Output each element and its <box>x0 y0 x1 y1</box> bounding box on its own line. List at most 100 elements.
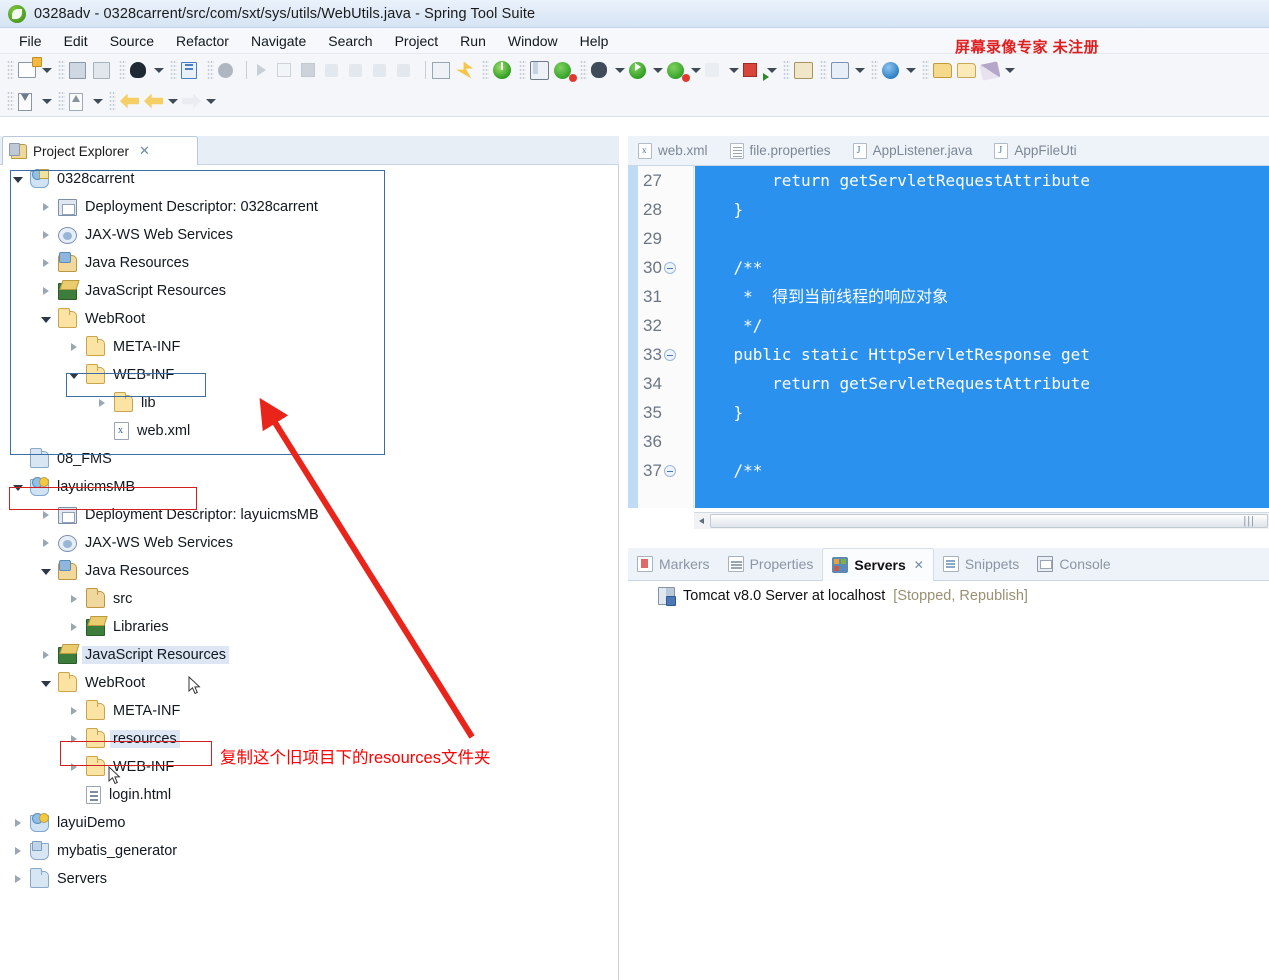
back-icon[interactable] <box>144 90 166 112</box>
bottom-tab-properties[interactable]: Properties <box>719 548 823 581</box>
resume-icon[interactable] <box>253 59 275 81</box>
project-tree[interactable]: 0328carrent Deployment Descriptor: 0328ca… <box>0 165 619 980</box>
twisty-expanded-icon[interactable] <box>40 313 53 326</box>
open-type-icon[interactable] <box>181 59 203 81</box>
run-dropdown-icon[interactable] <box>652 59 663 81</box>
tree-item-java-resources[interactable]: Java Resources <box>0 557 618 585</box>
twisty-expanded-icon[interactable] <box>40 565 53 578</box>
boot-dashboard-icon[interactable] <box>130 59 152 81</box>
twisty-collapsed-icon[interactable] <box>12 873 25 886</box>
external-tools-icon[interactable] <box>743 59 765 81</box>
scrollbar-thumb[interactable]: ||| <box>710 514 1268 528</box>
open-folder-icon[interactable] <box>957 59 979 81</box>
twisty-collapsed-icon[interactable] <box>68 341 81 354</box>
twisty-collapsed-icon[interactable] <box>12 845 25 858</box>
tree-item-web-inf[interactable]: WEB-INF <box>0 361 618 389</box>
twisty-collapsed-icon[interactable] <box>68 705 81 718</box>
new-wizard-icon[interactable] <box>18 59 40 81</box>
previous-annotation-icon[interactable] <box>18 90 40 112</box>
bottom-tab-servers[interactable]: Servers ✕ <box>822 547 934 581</box>
twisty-collapsed-icon[interactable] <box>40 537 53 550</box>
tree-item-login-html[interactable]: login.html <box>0 781 618 809</box>
forward-icon[interactable] <box>182 90 204 112</box>
new-package-dropdown-icon[interactable] <box>854 59 865 81</box>
save-icon[interactable] <box>69 59 91 81</box>
menu-search[interactable]: Search <box>317 31 383 51</box>
code-fold-icon[interactable] <box>663 464 676 477</box>
tree-item-libraries[interactable]: Libraries <box>0 613 618 641</box>
next-annotation-dropdown-icon[interactable] <box>92 90 103 112</box>
twisty-collapsed-icon[interactable] <box>96 397 109 410</box>
tree-item-web-xml[interactable]: web.xml <box>0 417 618 445</box>
editor-tab-applistener-java[interactable]: AppListener.java <box>843 136 985 166</box>
editor-tab-file-properties[interactable]: file.properties <box>720 136 843 166</box>
twisty-collapsed-icon[interactable] <box>40 509 53 522</box>
tree-item-webroot[interactable]: WebRoot <box>0 305 618 333</box>
validate-icon[interactable] <box>554 59 576 81</box>
back-dropdown-icon[interactable] <box>167 90 178 112</box>
twisty-collapsed-icon[interactable] <box>40 229 53 242</box>
twisty-expanded-icon[interactable] <box>40 677 53 690</box>
edit-icon[interactable] <box>979 59 1003 81</box>
debug-icon[interactable] <box>591 59 613 81</box>
tree-item-java-resources[interactable]: Java Resources <box>0 249 618 277</box>
new-dropdown-icon[interactable] <box>41 59 52 81</box>
debug-dropdown-icon[interactable] <box>614 59 625 81</box>
tree-item-jax-ws-web-services[interactable]: JAX-WS Web Services <box>0 529 618 557</box>
open-resource-icon[interactable] <box>933 59 955 81</box>
terminate-icon[interactable] <box>301 59 323 81</box>
forward-dropdown-icon[interactable] <box>205 90 216 112</box>
menu-edit[interactable]: Edit <box>53 31 99 51</box>
bottom-tab-console[interactable]: Console <box>1028 548 1119 581</box>
tree-item-deployment-descriptor-0328carrent[interactable]: Deployment Descriptor: 0328carrent <box>0 193 618 221</box>
tree-item-javascript-resources[interactable]: JavaScript Resources <box>0 277 618 305</box>
twisty-collapsed-icon[interactable] <box>40 285 53 298</box>
last-edit-location-icon[interactable] <box>120 90 142 112</box>
tree-item-jax-ws-web-services[interactable]: JAX-WS Web Services <box>0 221 618 249</box>
power-icon[interactable] <box>493 59 515 81</box>
tree-item-mybatis-generator[interactable]: mybatis_generator <box>0 837 618 865</box>
twisty-collapsed-icon[interactable] <box>40 649 53 662</box>
suspend-icon[interactable] <box>277 59 299 81</box>
twisty-collapsed-icon[interactable] <box>40 201 53 214</box>
tree-item-layuicmsmb[interactable]: layuicmsMB <box>0 473 618 501</box>
menu-project[interactable]: Project <box>384 31 450 51</box>
tree-item-webroot[interactable]: WebRoot <box>0 669 618 697</box>
close-icon[interactable]: ✕ <box>139 143 150 159</box>
editor-tab-web-xml[interactable]: web.xml <box>628 136 720 166</box>
server-row[interactable]: Tomcat v8.0 Server at localhost [Stopped… <box>628 581 1269 606</box>
code-content-selected[interactable]: return getServletRequestAttribute } /** … <box>695 166 1269 508</box>
twisty-collapsed-icon[interactable] <box>12 817 25 830</box>
run-config-icon[interactable] <box>456 59 478 81</box>
tree-item-layuidemo[interactable]: layuiDemo <box>0 809 618 837</box>
menu-run[interactable]: Run <box>449 31 497 51</box>
tree-item-meta-inf[interactable]: META-INF <box>0 697 618 725</box>
twisty-collapsed-icon[interactable] <box>40 257 53 270</box>
previous-annotation-dropdown-icon[interactable] <box>41 90 52 112</box>
tree-item-lib[interactable]: lib <box>0 389 618 417</box>
step-into-icon[interactable] <box>325 59 347 81</box>
twisty-collapsed-icon[interactable] <box>68 761 81 774</box>
code-fold-icon[interactable] <box>663 348 676 361</box>
new-package-icon[interactable] <box>831 59 853 81</box>
bottom-tab-markers[interactable]: Markers <box>628 548 719 581</box>
new-java-project-icon[interactable] <box>794 59 816 81</box>
coverage-icon[interactable] <box>705 59 727 81</box>
bottom-tab-snippets[interactable]: Snippets <box>934 548 1028 581</box>
tree-item-servers[interactable]: Servers <box>0 865 618 893</box>
menu-refactor[interactable]: Refactor <box>165 31 240 51</box>
editor-horizontal-scrollbar[interactable]: ||| <box>694 512 1269 529</box>
coverage-dropdown-icon[interactable] <box>728 59 739 81</box>
filter-icon[interactable] <box>432 59 454 81</box>
perspective-icon[interactable] <box>530 59 552 81</box>
code-fold-icon[interactable] <box>663 261 676 274</box>
twisty-collapsed-icon[interactable] <box>68 593 81 606</box>
boot-dropdown-icon[interactable] <box>153 59 164 81</box>
scroll-left-icon[interactable] <box>694 514 709 529</box>
servers-view-body[interactable]: Tomcat v8.0 Server at localhost [Stopped… <box>628 581 1269 980</box>
tree-item-javascript-resources[interactable]: JavaScript Resources <box>0 641 618 669</box>
step-over-icon[interactable] <box>349 59 371 81</box>
twisty-expanded-icon[interactable] <box>68 369 81 382</box>
twisty-expanded-icon[interactable] <box>12 173 25 186</box>
twisty-expanded-icon[interactable] <box>12 481 25 494</box>
